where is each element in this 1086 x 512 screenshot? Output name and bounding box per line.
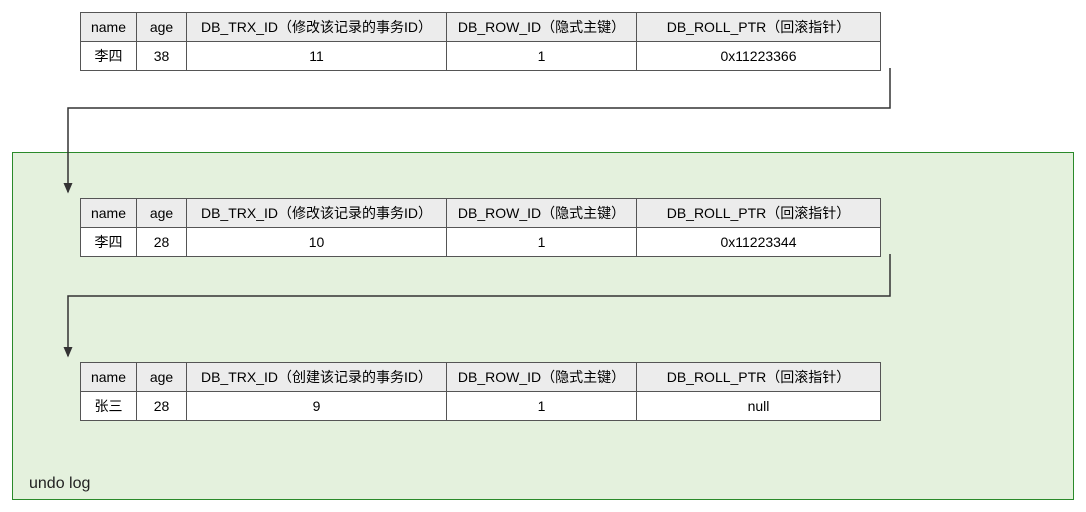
record-table-current: name age DB_TRX_ID（修改该记录的事务ID） DB_ROW_ID… — [80, 12, 881, 71]
table-data-row: 李四 38 11 1 0x11223366 — [81, 42, 881, 71]
cell-name: 张三 — [81, 392, 137, 421]
diagram-canvas: undo log name age DB_TRX_ID（修改该记录的事务ID） … — [0, 0, 1086, 512]
cell-name: 李四 — [81, 42, 137, 71]
cell-rollptr: null — [637, 392, 881, 421]
cell-trx: 9 — [187, 392, 447, 421]
cell-rollptr: 0x11223344 — [637, 228, 881, 257]
table-header-row: name age DB_TRX_ID（修改该记录的事务ID） DB_ROW_ID… — [81, 199, 881, 228]
table-data-row: 李四 28 10 1 0x11223344 — [81, 228, 881, 257]
table-header-row: name age DB_TRX_ID（修改该记录的事务ID） DB_ROW_ID… — [81, 13, 881, 42]
cell-rowid: 1 — [447, 228, 637, 257]
col-header-name: name — [81, 13, 137, 42]
col-header-rowid: DB_ROW_ID（隐式主键） — [447, 199, 637, 228]
col-header-age: age — [137, 199, 187, 228]
table-data-row: 张三 28 9 1 null — [81, 392, 881, 421]
col-header-trx: DB_TRX_ID（修改该记录的事务ID） — [187, 199, 447, 228]
col-header-rowid: DB_ROW_ID（隐式主键） — [447, 13, 637, 42]
record-table-undo-2: name age DB_TRX_ID（创建该记录的事务ID） DB_ROW_ID… — [80, 362, 881, 421]
col-header-name: name — [81, 363, 137, 392]
cell-age: 28 — [137, 392, 187, 421]
cell-age: 38 — [137, 42, 187, 71]
cell-trx: 10 — [187, 228, 447, 257]
table-header-row: name age DB_TRX_ID（创建该记录的事务ID） DB_ROW_ID… — [81, 363, 881, 392]
col-header-rollptr: DB_ROLL_PTR（回滚指针） — [637, 363, 881, 392]
cell-age: 28 — [137, 228, 187, 257]
col-header-trx: DB_TRX_ID（修改该记录的事务ID） — [187, 13, 447, 42]
col-header-age: age — [137, 363, 187, 392]
col-header-rollptr: DB_ROLL_PTR（回滚指针） — [637, 13, 881, 42]
col-header-name: name — [81, 199, 137, 228]
record-table-undo-1: name age DB_TRX_ID（修改该记录的事务ID） DB_ROW_ID… — [80, 198, 881, 257]
cell-rollptr: 0x11223366 — [637, 42, 881, 71]
cell-name: 李四 — [81, 228, 137, 257]
cell-trx: 11 — [187, 42, 447, 71]
col-header-rowid: DB_ROW_ID（隐式主键） — [447, 363, 637, 392]
undo-log-label: undo log — [29, 475, 90, 493]
col-header-trx: DB_TRX_ID（创建该记录的事务ID） — [187, 363, 447, 392]
col-header-age: age — [137, 13, 187, 42]
col-header-rollptr: DB_ROLL_PTR（回滚指针） — [637, 199, 881, 228]
cell-rowid: 1 — [447, 42, 637, 71]
cell-rowid: 1 — [447, 392, 637, 421]
